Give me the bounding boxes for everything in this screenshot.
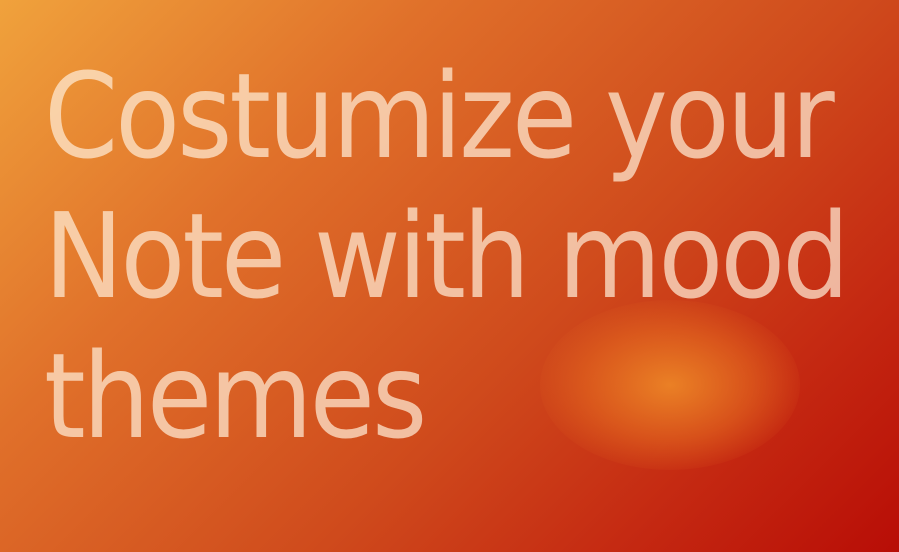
promo-headline: Costumize your Note with mood themes [44, 46, 884, 466]
headline-line-3: themes [44, 327, 427, 465]
headline-line-1: Costumize your [44, 47, 835, 185]
headline-line-2: Note with mood [44, 187, 850, 325]
